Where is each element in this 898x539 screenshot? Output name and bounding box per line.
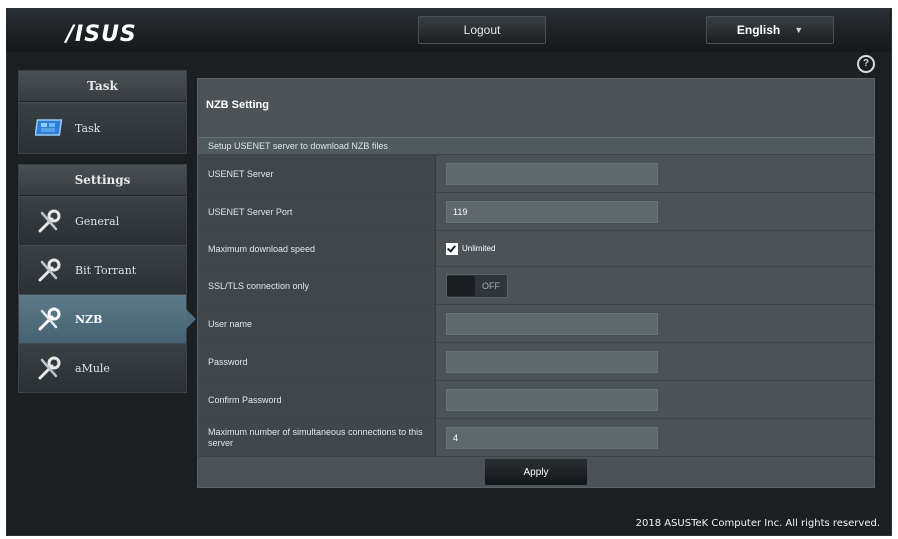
sidebar-item-label: Task xyxy=(75,121,101,135)
settings-panel: Settings General Bit Torrant NZB aMule xyxy=(18,164,196,393)
field-label: Maximum number of simultaneous connectio… xyxy=(198,419,436,456)
asus-logo: /ISUS xyxy=(66,22,137,47)
copyright-footer: 2018 ASUSTeK Computer Inc. All rights re… xyxy=(635,518,880,529)
field-label: USENET Server xyxy=(198,155,436,192)
task-panel: Task Task xyxy=(18,70,187,154)
apply-button[interactable]: Apply xyxy=(484,458,588,486)
wrench-screwdriver-icon xyxy=(35,255,65,285)
sidebar-item-nzb[interactable]: NZB xyxy=(19,294,196,343)
language-label: English xyxy=(736,23,781,37)
checkbox-label: Unlimited xyxy=(462,244,496,253)
username-input[interactable] xyxy=(446,312,658,335)
max-connections-input[interactable]: 4 xyxy=(446,426,658,449)
settings-header: Settings xyxy=(19,165,186,196)
help-icon[interactable]: ? xyxy=(857,55,875,73)
form-row-ssl-tls: SSL/TLS connection only OFF xyxy=(198,267,874,305)
field-label: USENET Server Port xyxy=(198,193,436,230)
sidebar-item-label: Bit Torrant xyxy=(75,263,137,277)
sidebar-item-bittorrent[interactable]: Bit Torrant xyxy=(19,245,186,294)
wrench-screwdriver-icon xyxy=(35,206,65,236)
sidebar-item-general[interactable]: General xyxy=(19,196,186,245)
chevron-down-icon: ▼ xyxy=(794,25,804,35)
monitor-icon xyxy=(35,113,65,143)
nzb-settings-panel: NZB Setting Setup USENET server to downl… xyxy=(197,78,875,488)
confirm-password-input[interactable] xyxy=(446,388,658,411)
sidebar-item-label: NZB xyxy=(75,312,103,326)
sidebar-item-label: aMule xyxy=(75,361,110,375)
wrench-screwdriver-icon xyxy=(35,353,65,383)
field-label: Confirm Password xyxy=(198,381,436,418)
sidebar-item-task[interactable]: Task xyxy=(19,102,186,153)
field-label: Password xyxy=(198,343,436,380)
form-row-usenet-server: USENET Server xyxy=(198,155,874,193)
logout-button[interactable]: Logout xyxy=(418,16,546,44)
settings-form: USENET Server USENET Server Port 119 Max… xyxy=(198,155,874,457)
checkbox-checked-icon xyxy=(446,242,458,255)
form-row-confirm-password: Confirm Password xyxy=(198,381,874,419)
sidebar-item-amule[interactable]: aMule xyxy=(19,343,186,392)
form-row-max-download-speed: Maximum download speed Unlimited xyxy=(198,231,874,267)
password-input[interactable] xyxy=(446,350,658,373)
page-title: NZB Setting xyxy=(206,99,269,111)
form-row-usenet-port: USENET Server Port 119 xyxy=(198,193,874,231)
field-label: SSL/TLS connection only xyxy=(198,267,436,304)
wrench-screwdriver-icon xyxy=(35,304,65,334)
form-row-username: User name xyxy=(198,305,874,343)
field-label: Maximum download speed xyxy=(198,231,436,266)
usenet-server-input[interactable] xyxy=(446,162,658,185)
language-select[interactable]: English ▼ xyxy=(706,16,834,44)
task-header: Task xyxy=(19,71,186,102)
form-row-password: Password xyxy=(198,343,874,381)
page-subtitle: Setup USENET server to download NZB file… xyxy=(198,137,874,155)
usenet-port-input[interactable]: 119 xyxy=(446,200,658,223)
field-label: User name xyxy=(198,305,436,342)
ssl-tls-toggle[interactable]: OFF xyxy=(446,273,508,298)
sidebar-item-label: General xyxy=(75,214,120,228)
toggle-knob xyxy=(447,275,475,296)
form-row-max-connections: Maximum number of simultaneous connectio… xyxy=(198,419,874,457)
toggle-state-label: OFF xyxy=(482,280,500,291)
unlimited-checkbox[interactable]: Unlimited xyxy=(446,242,496,255)
